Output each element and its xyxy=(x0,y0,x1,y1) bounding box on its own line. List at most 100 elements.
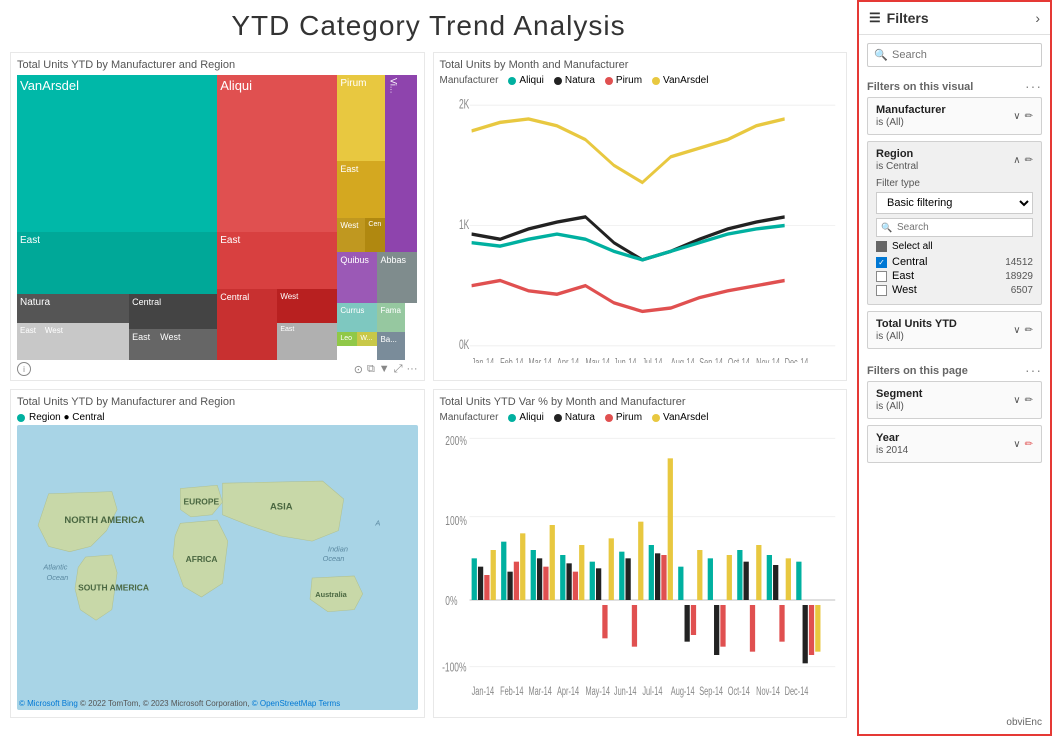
svg-text:Aug-14: Aug-14 xyxy=(670,685,694,698)
treemap-cell-pirum[interactable]: Pirum xyxy=(337,75,385,161)
total-units-chevron-icon[interactable]: ∨ xyxy=(1013,325,1020,336)
svg-text:Jan-14: Jan-14 xyxy=(471,357,494,363)
treemap-cell-w[interactable]: W... xyxy=(357,332,377,346)
manufacturer-filter-header[interactable]: Manufacturer is (All) ∨ ✏ xyxy=(876,104,1033,128)
visual-section-dots[interactable]: ··· xyxy=(1025,78,1042,94)
segment-chevron-icon[interactable]: ∨ xyxy=(1013,395,1020,406)
page-section-dots[interactable]: ··· xyxy=(1025,362,1042,378)
svg-text:May-14: May-14 xyxy=(585,357,610,363)
svg-text:Nov-14: Nov-14 xyxy=(756,357,780,363)
total-units-ytd-name: Total Units YTD xyxy=(876,318,957,330)
svg-text:Nov-14: Nov-14 xyxy=(756,685,780,698)
expand-icon[interactable]: ⤢ xyxy=(394,363,403,376)
svg-text:Sep-14: Sep-14 xyxy=(699,357,723,363)
treemap-cell-abbas[interactable]: Abbas xyxy=(377,252,417,303)
treemap-cell-fama[interactable]: Fama xyxy=(377,303,405,332)
manufacturer-label: Manufacturer xyxy=(440,75,499,86)
year-chevron-icon[interactable]: ∨ xyxy=(1013,439,1020,450)
manufacturer-chevron-icon[interactable]: ∨ xyxy=(1013,111,1020,122)
treemap-cell-aliqui-central[interactable]: Central xyxy=(217,289,277,360)
central-count: 14512 xyxy=(1005,257,1033,268)
treemap[interactable]: VanArsdel East Natura Central East West … xyxy=(17,75,418,360)
page-title: YTD Category Trend Analysis xyxy=(10,10,847,42)
treemap-toolbar: i xyxy=(17,362,31,376)
treemap-cell-east-west[interactable]: East West xyxy=(17,323,129,360)
treemap-cell-leo[interactable]: Leo xyxy=(337,332,357,346)
treemap-cell-currus[interactable]: Currus xyxy=(337,303,377,332)
treemap-cell-central[interactable]: Central xyxy=(129,294,217,328)
west-checkbox[interactable] xyxy=(876,285,887,296)
region-legend: Region ● Central xyxy=(17,412,418,423)
svg-text:Indian: Indian xyxy=(328,545,348,554)
filter-icon[interactable]: ▼ xyxy=(379,363,390,376)
treemap-cell-east[interactable]: East xyxy=(17,232,217,295)
region-label: Region ● Central xyxy=(29,412,105,423)
svg-text:A: A xyxy=(374,518,380,527)
total-units-ytd-icons: ∨ ✏ xyxy=(1013,325,1033,336)
svg-text:SOUTH AMERICA: SOUTH AMERICA xyxy=(78,583,149,593)
treemap-cell-pirum-west[interactable]: West xyxy=(337,218,365,252)
filters-search-input[interactable] xyxy=(867,43,1042,67)
treemap-cell-vanarsdel[interactable]: VanArsdel xyxy=(17,75,217,232)
year-clear-icon[interactable]: ✏ xyxy=(1025,439,1033,450)
west-option-left: West xyxy=(876,284,917,296)
treemap-cell-vi[interactable]: Vi... xyxy=(385,75,417,252)
region-search-icon: 🔍 xyxy=(881,222,892,233)
treemap-cell-quibus[interactable]: Quibus xyxy=(337,252,377,303)
chart-actions: ⊙ ⧉ ▼ ⤢ ··· xyxy=(354,363,418,376)
filter-option-central: ✓ Central 14512 xyxy=(876,256,1033,268)
treemap-cell-aliqui-west[interactable]: West xyxy=(277,289,337,323)
central-checkbox[interactable]: ✓ xyxy=(876,257,887,268)
total-units-ytd-header[interactable]: Total Units YTD is (All) ∨ ✏ xyxy=(876,318,1033,342)
svg-text:Mar-14: Mar-14 xyxy=(528,685,552,698)
treemap-cell-west[interactable]: East West xyxy=(129,329,217,360)
collapse-panel-icon[interactable]: › xyxy=(1035,10,1040,26)
segment-filter-value: is (All) xyxy=(876,401,922,412)
world-map[interactable]: NORTH AMERICA SOUTH AMERICA EUROPE ASIA … xyxy=(17,425,418,710)
region-chevron-icon[interactable]: ∧ xyxy=(1013,155,1020,166)
manufacturer-label-bar: Manufacturer xyxy=(440,412,499,423)
region-filter-header[interactable]: Region is Central ∧ ✏ xyxy=(876,148,1033,172)
legend-pirum: Pirum xyxy=(605,75,642,86)
segment-edit-icon[interactable]: ✏ xyxy=(1025,395,1033,406)
info-icon[interactable]: i xyxy=(17,362,31,376)
map-credits: © Microsoft Bing © 2022 TomTom, © 2023 M… xyxy=(19,699,340,708)
focus-icon[interactable]: ⊙ xyxy=(354,363,363,376)
select-all-option[interactable]: Select all xyxy=(876,241,1033,252)
region-search-input[interactable] xyxy=(876,218,1033,237)
filter-type-select[interactable]: Basic filtering xyxy=(876,192,1033,214)
select-all-checkbox[interactable] xyxy=(876,241,887,252)
filters-panel: ☰ Filters › 🔍 Filters on this visual ···… xyxy=(857,0,1052,736)
total-units-edit-icon[interactable]: ✏ xyxy=(1025,325,1033,336)
filter-option-east: East 18929 xyxy=(876,270,1033,282)
treemap-cell-ba[interactable]: Ba... xyxy=(377,332,405,361)
legend-vanarsdel: VanArsdel xyxy=(652,75,708,86)
segment-filter-header[interactable]: Segment is (All) ∨ ✏ xyxy=(876,388,1033,412)
region-edit-icon[interactable]: ✏ xyxy=(1025,155,1033,166)
select-all-label: Select all xyxy=(892,241,933,252)
manufacturer-filter-icons: ∨ ✏ xyxy=(1013,111,1033,122)
treemap-cell-aliqui-east[interactable]: East xyxy=(217,232,337,289)
central-label: Central xyxy=(892,256,927,268)
copy-icon[interactable]: ⧉ xyxy=(367,363,375,376)
east-checkbox[interactable] xyxy=(876,271,887,282)
treemap-cell-aliqui[interactable]: Aliqui xyxy=(217,75,337,232)
treemap-cell-east-bottom[interactable]: East xyxy=(277,323,337,360)
treemap-cell-pirum-east[interactable]: East xyxy=(337,161,385,218)
svg-text:Atlantic: Atlantic xyxy=(42,563,67,572)
year-filter: Year is 2014 ∨ ✏ xyxy=(867,425,1042,463)
svg-text:0%: 0% xyxy=(445,594,457,608)
svg-text:Oct-14: Oct-14 xyxy=(727,685,750,698)
bar-legend-aliqui: Aliqui xyxy=(508,412,543,423)
svg-text:Jan-14: Jan-14 xyxy=(471,685,494,698)
treemap-cell-pirum-cen[interactable]: Cen xyxy=(365,218,385,252)
region-filter: Region is Central ∧ ✏ Filter type Basic … xyxy=(867,141,1042,305)
region-filter-icons: ∧ ✏ xyxy=(1013,155,1033,166)
central-option-left: ✓ Central xyxy=(876,256,927,268)
filter-type-label: Filter type xyxy=(876,178,1033,189)
bar-chart-title: Total Units YTD Var % by Month and Manuf… xyxy=(440,396,841,408)
year-filter-header[interactable]: Year is 2014 ∨ ✏ xyxy=(876,432,1033,456)
more-icon[interactable]: ··· xyxy=(407,363,418,376)
manufacturer-edit-icon[interactable]: ✏ xyxy=(1025,111,1033,122)
segment-filter: Segment is (All) ∨ ✏ xyxy=(867,381,1042,419)
